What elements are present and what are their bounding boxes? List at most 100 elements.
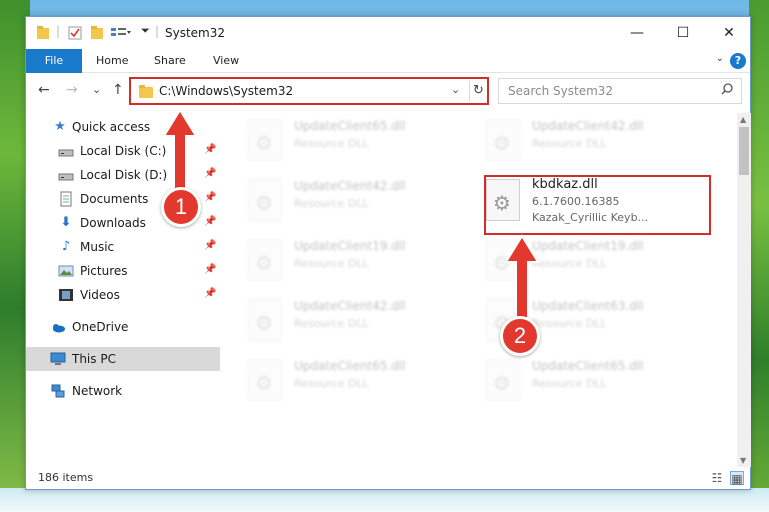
search-icon[interactable] — [721, 83, 733, 99]
file-item[interactable]: UpdateClient65.dll Resource DLL — [222, 115, 452, 171]
file-item[interactable]: UpdateClient42.dll Resource DLL — [222, 175, 452, 231]
sidebar-item-label: Network — [72, 384, 123, 398]
file-description: Resource DLL — [294, 377, 369, 390]
pin-icon[interactable]: 📌 — [204, 264, 216, 275]
divider: | — [155, 24, 160, 38]
tab-share[interactable]: Share — [144, 49, 196, 73]
maximize-button[interactable]: ☐ — [660, 17, 706, 49]
sidebar-item-local-disk-d[interactable]: Local Disk (D:) 📌 — [26, 163, 220, 187]
sidebar-item-network[interactable]: Network — [26, 379, 220, 403]
title-bar: | ⏷ | System32 — ☐ ✕ — [26, 17, 750, 49]
tab-view[interactable]: View — [203, 49, 249, 73]
vertical-scrollbar[interactable]: ▲ ▼ — [737, 113, 751, 467]
drive-icon — [58, 167, 74, 183]
file-name: UpdateClient42.dll — [532, 119, 644, 133]
back-button[interactable]: ← — [38, 82, 50, 98]
up-button[interactable]: ↑ — [112, 82, 124, 98]
background-foliage-right — [749, 0, 769, 512]
recent-locations-button[interactable]: ⌄ — [92, 83, 101, 96]
documents-icon — [58, 191, 74, 207]
sidebar-item-this-pc[interactable]: This PC — [26, 347, 220, 371]
file-name: UpdateClient42.dll — [294, 299, 406, 313]
scroll-thumb[interactable] — [739, 127, 749, 175]
tab-home[interactable]: Home — [86, 49, 138, 73]
window-title: System32 — [165, 26, 226, 40]
divider: | — [56, 24, 61, 38]
file-name: UpdateClient42.dll — [294, 179, 406, 193]
annotation-badge-1: 1 — [161, 187, 201, 227]
file-item[interactable]: UpdateClient19.dll Resource DLL — [460, 235, 690, 291]
file-description: Resource DLL — [294, 137, 369, 150]
address-bar[interactable]: C:\Windows\System32 ⌄ ↻ — [130, 78, 488, 104]
pictures-icon — [58, 263, 74, 279]
file-item[interactable]: UpdateClient42.dll Resource DLL — [222, 295, 452, 351]
folder-icon — [139, 85, 153, 98]
properties-icon[interactable] — [68, 25, 82, 41]
pin-icon[interactable]: 📌 — [204, 240, 216, 251]
sidebar-item-music[interactable]: ♪ Music 📌 — [26, 235, 220, 259]
star-icon: ★ — [54, 119, 66, 134]
file-description: Resource DLL — [532, 377, 607, 390]
pin-icon[interactable]: 📌 — [204, 144, 216, 155]
file-item[interactable]: UpdateClient63.dll Resource DLL — [460, 295, 690, 351]
file-name: UpdateClient19.dll — [532, 239, 644, 253]
sidebar-item-onedrive[interactable]: OneDrive — [26, 315, 220, 339]
sidebar-item-quick-access[interactable]: ★ Quick access — [26, 115, 220, 139]
sidebar-item-pictures[interactable]: Pictures 📌 — [26, 259, 220, 283]
address-dropdown-icon[interactable]: ⌄ — [451, 83, 460, 96]
refresh-icon[interactable]: ↻ — [469, 81, 487, 101]
forward-button[interactable]: → — [66, 82, 78, 98]
pin-icon[interactable]: 📌 — [204, 216, 216, 227]
drive-icon — [58, 143, 74, 159]
sidebar-item-label: Documents — [80, 192, 149, 206]
sidebar-item-local-disk-c[interactable]: Local Disk (C:) 📌 — [26, 139, 220, 163]
file-highlight-box — [484, 175, 711, 235]
customize-toolbar-icon[interactable] — [110, 25, 132, 41]
search-box[interactable]: Search System32 — [498, 78, 742, 104]
file-item[interactable]: UpdateClient65.dll Resource DLL — [222, 355, 452, 411]
file-item[interactable]: UpdateClient65.dll Resource DLL — [460, 355, 690, 411]
pin-icon[interactable]: 📌 — [204, 288, 216, 299]
network-icon — [50, 383, 66, 399]
pin-icon[interactable]: 📌 — [204, 168, 216, 179]
sidebar-item-label: Local Disk (C:) — [80, 144, 167, 158]
pin-icon[interactable]: 📌 — [204, 192, 216, 203]
sidebar-item-label: Quick access — [72, 120, 151, 134]
address-path[interactable]: C:\Windows\System32 — [159, 84, 293, 98]
dll-file-icon — [248, 299, 282, 341]
sidebar-item-videos[interactable]: Videos 📌 — [26, 283, 220, 307]
file-description: Resource DLL — [294, 257, 369, 270]
new-folder-icon[interactable] — [90, 25, 104, 41]
sidebar-item-label: Music — [80, 240, 115, 254]
qat-dropdown-icon[interactable]: ⏷ — [141, 24, 150, 40]
file-description: Resource DLL — [294, 197, 369, 210]
expand-ribbon-icon[interactable]: ⌄ — [716, 53, 724, 64]
sidebar-item-label: Pictures — [80, 264, 128, 278]
help-icon[interactable]: ? — [730, 53, 746, 69]
file-name: UpdateClient65.dll — [294, 359, 406, 373]
file-item[interactable]: UpdateClient19.dll Resource DLL — [222, 235, 452, 291]
sidebar-item-label: Local Disk (D:) — [80, 168, 168, 182]
sidebar-item-label: This PC — [72, 352, 116, 366]
details-view-icon[interactable]: ☷ — [710, 471, 724, 485]
tab-file[interactable]: File — [26, 49, 82, 73]
ribbon-tabs: File Home Share View ⌄ ? — [26, 49, 750, 73]
sidebar-item-label: Videos — [80, 288, 120, 302]
folder-icon — [36, 25, 50, 41]
file-name: UpdateClient65.dll — [532, 359, 644, 373]
background-sky-bottom — [0, 488, 769, 512]
close-button[interactable]: ✕ — [706, 17, 752, 49]
minimize-button[interactable]: — — [614, 17, 660, 49]
scroll-up-icon[interactable]: ▲ — [740, 115, 746, 124]
search-input[interactable]: Search System32 — [508, 84, 613, 98]
file-name: UpdateClient19.dll — [294, 239, 406, 253]
file-item[interactable]: UpdateClient42.dll Resource DLL — [460, 115, 690, 171]
tiles-view-icon[interactable]: ▦ — [730, 471, 744, 486]
status-bar: 186 items ☷ ▦ — [26, 467, 750, 489]
navigation-bar: ← → ⌄ ↑ C:\Windows\System32 ⌄ ↻ Search S… — [26, 74, 750, 108]
dll-file-icon — [248, 239, 282, 281]
dll-file-icon — [486, 239, 520, 281]
cloud-icon — [50, 319, 66, 335]
scroll-down-icon[interactable]: ▼ — [740, 456, 746, 465]
videos-icon — [58, 287, 74, 303]
